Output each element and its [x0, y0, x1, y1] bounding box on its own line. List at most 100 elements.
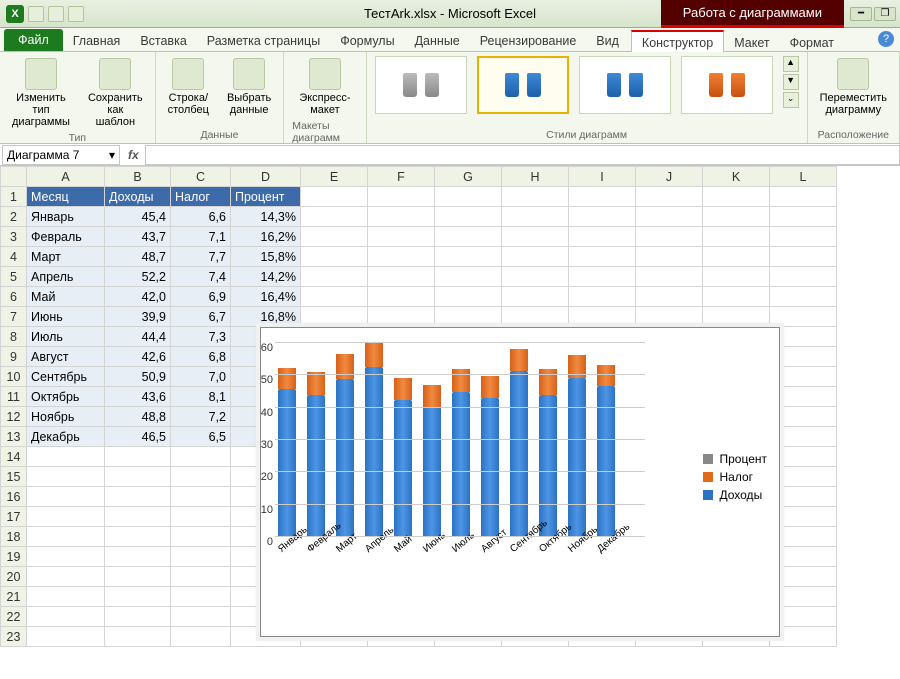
cell[interactable]: 43,7	[105, 227, 171, 247]
cell[interactable]	[569, 227, 636, 247]
cell[interactable]	[770, 187, 837, 207]
cell[interactable]: 16,2%	[231, 227, 301, 247]
tab-file[interactable]: Файл	[4, 29, 63, 51]
cell[interactable]: 44,4	[105, 327, 171, 347]
cell[interactable]	[301, 267, 368, 287]
cell[interactable]: 14,2%	[231, 267, 301, 287]
cell[interactable]	[569, 187, 636, 207]
cell[interactable]	[301, 227, 368, 247]
cell[interactable]	[770, 267, 837, 287]
cell[interactable]: 42,6	[105, 347, 171, 367]
row-header[interactable]: 18	[1, 527, 27, 547]
row-header[interactable]: 5	[1, 267, 27, 287]
cell[interactable]	[703, 187, 770, 207]
row-header[interactable]: 21	[1, 587, 27, 607]
qat-save-icon[interactable]	[28, 6, 44, 22]
cell[interactable]: Процент	[231, 187, 301, 207]
cell[interactable]	[703, 307, 770, 327]
cell[interactable]: Ноябрь	[27, 407, 105, 427]
column-header[interactable]: B	[105, 167, 171, 187]
row-header[interactable]: 4	[1, 247, 27, 267]
tab-formulas[interactable]: Формулы	[330, 30, 404, 51]
tab-data[interactable]: Данные	[405, 30, 470, 51]
cell[interactable]	[502, 207, 569, 227]
cell[interactable]	[502, 247, 569, 267]
cell[interactable]: 46,5	[105, 427, 171, 447]
cell[interactable]	[301, 287, 368, 307]
cell[interactable]	[368, 287, 435, 307]
column-header[interactable]: A	[27, 167, 105, 187]
row-header[interactable]: 11	[1, 387, 27, 407]
cell[interactable]: 7,4	[171, 267, 231, 287]
cell[interactable]: Сентябрь	[27, 367, 105, 387]
row-header[interactable]: 20	[1, 567, 27, 587]
maximize-button[interactable]: ❐	[874, 7, 896, 21]
cell[interactable]: 52,2	[105, 267, 171, 287]
cell[interactable]: 43,6	[105, 387, 171, 407]
cell[interactable]: Октябрь	[27, 387, 105, 407]
cell[interactable]: 48,7	[105, 247, 171, 267]
fx-icon[interactable]: fx	[122, 148, 145, 162]
cell[interactable]	[569, 287, 636, 307]
tab-chart-format[interactable]: Формат	[780, 32, 844, 52]
cell[interactable]: Май	[27, 287, 105, 307]
cell[interactable]	[27, 567, 105, 587]
column-header[interactable]: G	[435, 167, 502, 187]
cell[interactable]	[703, 267, 770, 287]
column-header[interactable]: E	[301, 167, 368, 187]
row-header[interactable]: 3	[1, 227, 27, 247]
cell[interactable]: Месяц	[27, 187, 105, 207]
tab-insert[interactable]: Вставка	[130, 30, 196, 51]
cell[interactable]: 6,5	[171, 427, 231, 447]
cell[interactable]: 16,4%	[231, 287, 301, 307]
move-chart-button[interactable]: Переместить диаграмму	[816, 56, 891, 118]
cell[interactable]	[171, 567, 231, 587]
excel-icon[interactable]: X	[6, 5, 24, 23]
cell[interactable]	[569, 267, 636, 287]
cell[interactable]	[435, 307, 502, 327]
cell[interactable]	[171, 447, 231, 467]
cell[interactable]	[301, 307, 368, 327]
select-data-button[interactable]: Выбрать данные	[223, 56, 275, 118]
cell[interactable]	[105, 607, 171, 627]
cell[interactable]	[27, 587, 105, 607]
cell[interactable]: 48,8	[105, 407, 171, 427]
cell[interactable]: Февраль	[27, 227, 105, 247]
cell[interactable]: Декабрь	[27, 427, 105, 447]
cell[interactable]: 7,1	[171, 227, 231, 247]
cell[interactable]	[636, 247, 703, 267]
qat-redo-icon[interactable]	[68, 6, 84, 22]
cell[interactable]: 7,7	[171, 247, 231, 267]
tab-page-layout[interactable]: Разметка страницы	[197, 30, 330, 51]
chart-bar[interactable]	[480, 376, 500, 536]
chevron-down-icon[interactable]: ▾	[109, 148, 115, 162]
row-header[interactable]: 6	[1, 287, 27, 307]
cell[interactable]	[569, 207, 636, 227]
quick-layout-button[interactable]: Экспресс-макет	[292, 56, 357, 118]
minimize-button[interactable]: ━	[850, 7, 872, 21]
cell[interactable]	[502, 307, 569, 327]
cell[interactable]	[703, 287, 770, 307]
cell[interactable]	[368, 247, 435, 267]
cell[interactable]	[171, 587, 231, 607]
cell[interactable]	[105, 467, 171, 487]
cell[interactable]: 15,8%	[231, 247, 301, 267]
cell[interactable]: Январь	[27, 207, 105, 227]
cell[interactable]	[171, 487, 231, 507]
cell[interactable]	[105, 487, 171, 507]
column-header[interactable]: K	[703, 167, 770, 187]
cell[interactable]	[502, 227, 569, 247]
row-header[interactable]: 23	[1, 627, 27, 647]
cell[interactable]	[171, 507, 231, 527]
chart-bar[interactable]	[422, 385, 442, 536]
chart-bar[interactable]	[451, 369, 471, 536]
chart-bar[interactable]	[538, 369, 558, 536]
row-header[interactable]: 1	[1, 187, 27, 207]
cell[interactable]: 8,1	[171, 387, 231, 407]
cell[interactable]: Август	[27, 347, 105, 367]
row-header[interactable]: 22	[1, 607, 27, 627]
cell[interactable]	[368, 307, 435, 327]
cell[interactable]	[770, 287, 837, 307]
cell[interactable]: Апрель	[27, 267, 105, 287]
chart-style-4[interactable]	[681, 56, 773, 114]
